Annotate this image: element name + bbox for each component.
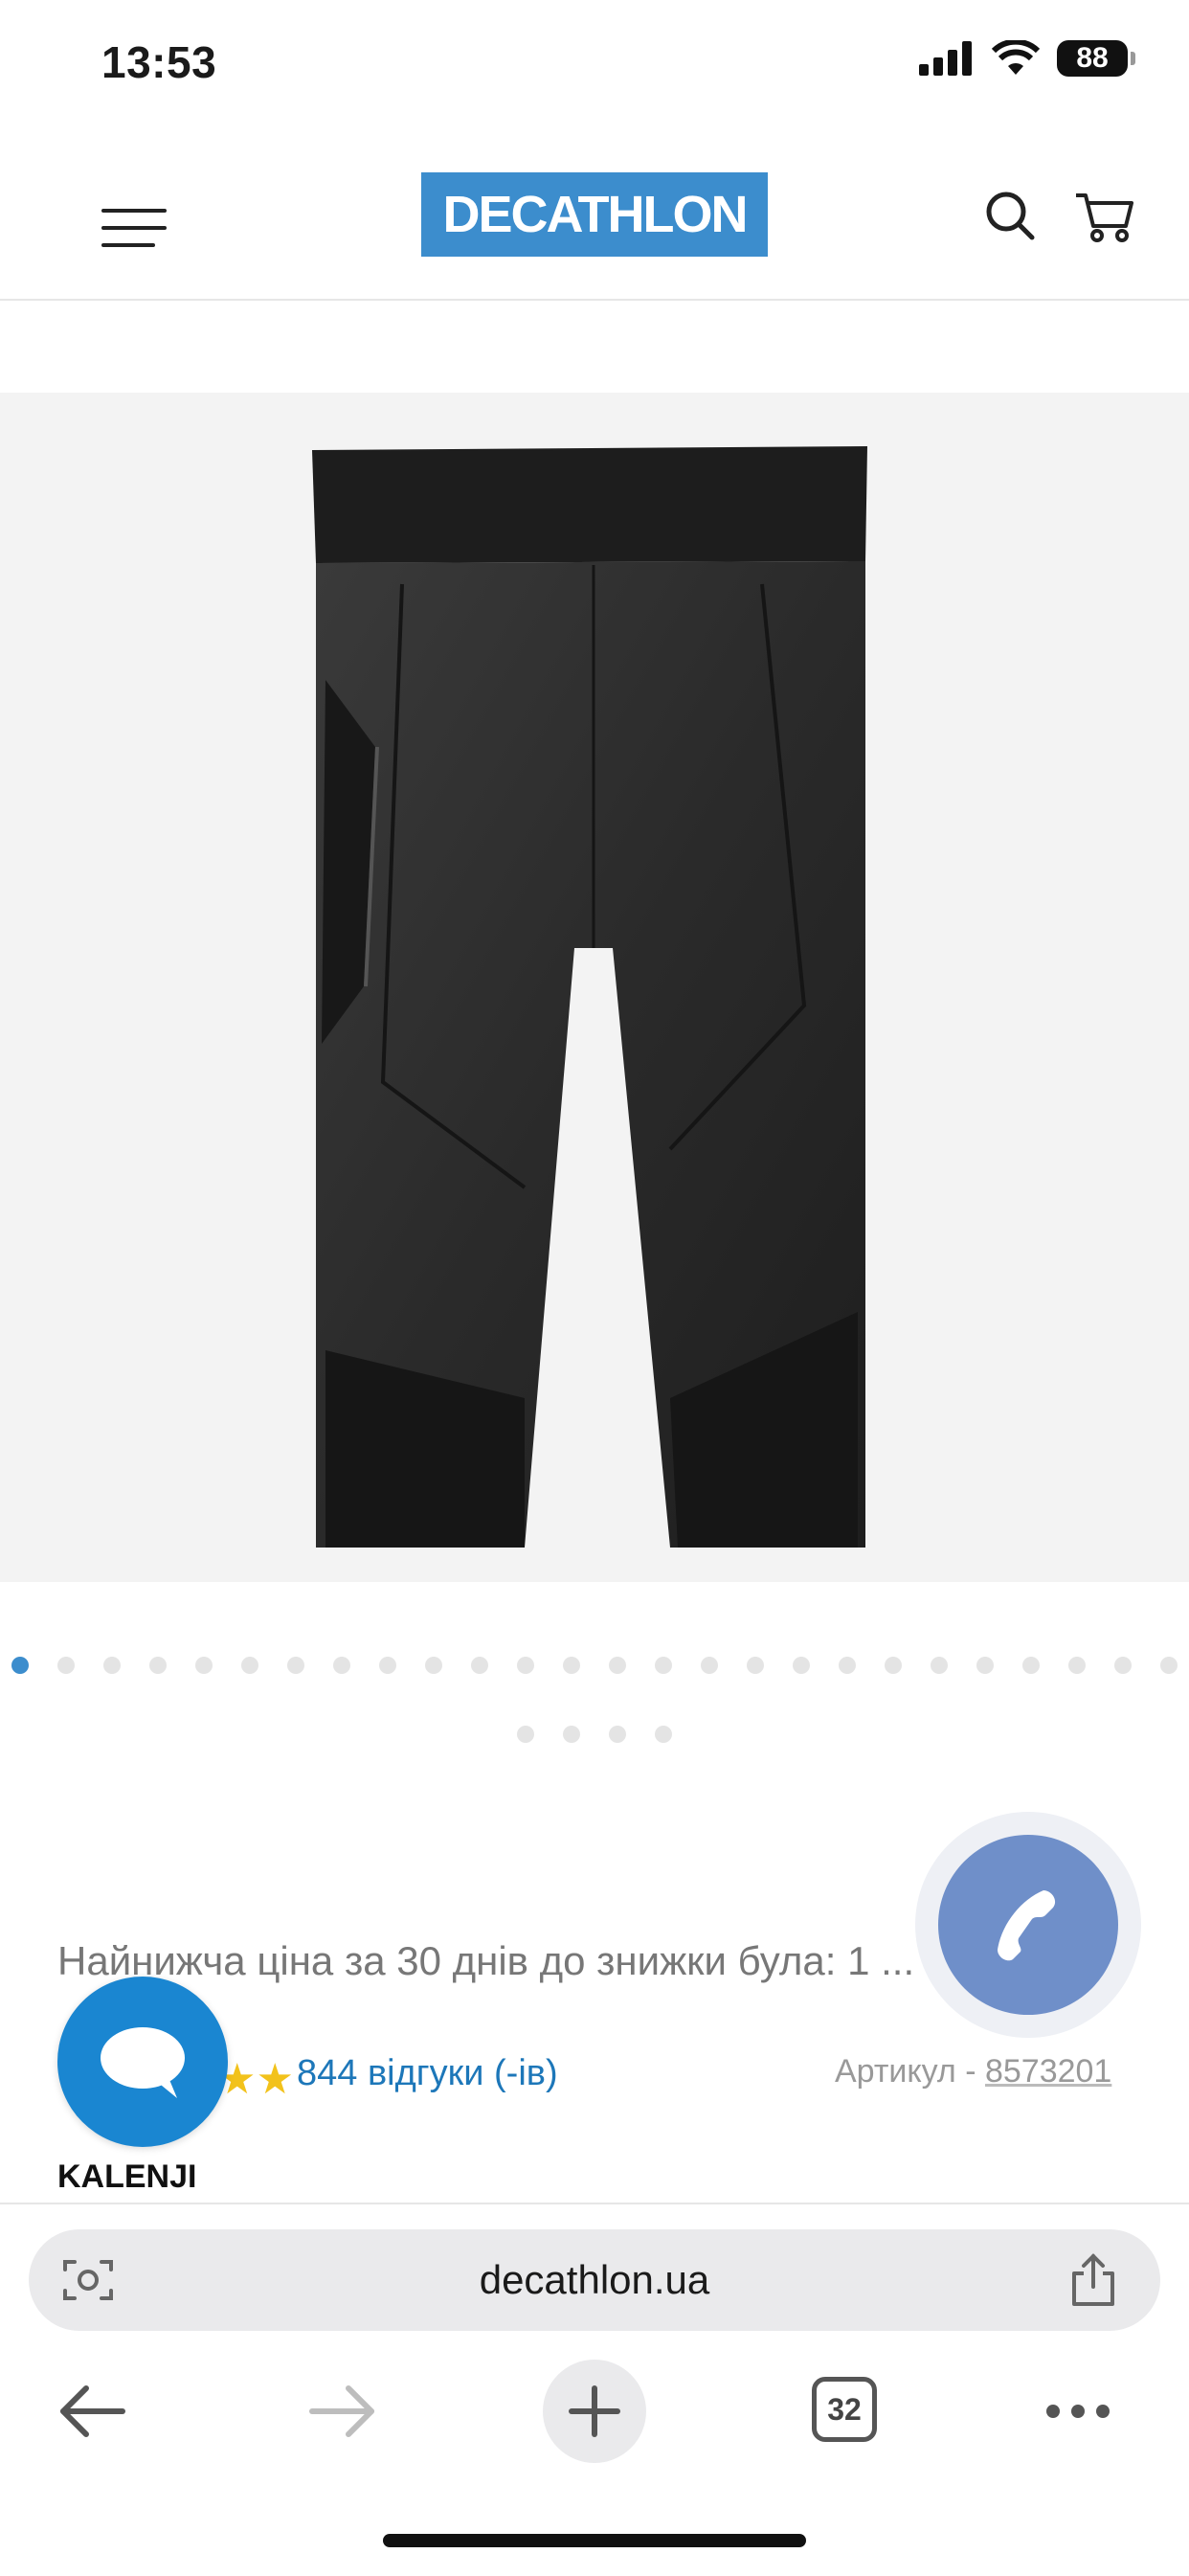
carousel-dot[interactable] bbox=[655, 1657, 672, 1674]
capri-leggings-image bbox=[312, 446, 867, 1548]
carousel-dot[interactable] bbox=[333, 1657, 350, 1674]
carousel-dot[interactable] bbox=[1160, 1657, 1178, 1674]
status-icons: 88 bbox=[919, 40, 1135, 77]
carousel-dot[interactable] bbox=[517, 1657, 534, 1674]
product-image[interactable] bbox=[0, 393, 1189, 1582]
new-tab-button[interactable] bbox=[543, 2360, 646, 2463]
carousel-dot[interactable] bbox=[885, 1657, 902, 1674]
chat-button[interactable] bbox=[57, 1977, 228, 2147]
carousel-dot[interactable] bbox=[471, 1657, 488, 1674]
wifi-icon bbox=[992, 40, 1040, 75]
address-bar[interactable]: decathlon.ua bbox=[29, 2229, 1160, 2331]
battery-indicator: 88 bbox=[1057, 40, 1135, 77]
plus-icon bbox=[569, 2385, 620, 2437]
home-indicator bbox=[383, 2534, 806, 2547]
back-arrow-icon[interactable] bbox=[57, 2383, 126, 2440]
carousel-dot[interactable] bbox=[793, 1657, 810, 1674]
article-code[interactable]: 8573201 bbox=[985, 2053, 1111, 2090]
article-number: Артикул - 8573201 bbox=[835, 2053, 1111, 2090]
phone-icon bbox=[998, 1890, 1056, 1961]
carousel-dot[interactable] bbox=[241, 1657, 258, 1674]
rating-stars: ★★ bbox=[218, 2056, 294, 2103]
carousel-dot[interactable] bbox=[195, 1657, 213, 1674]
carousel-dot[interactable] bbox=[609, 1726, 626, 1743]
carousel-dot[interactable] bbox=[11, 1657, 29, 1674]
signal-icon bbox=[919, 41, 972, 76]
brand-name[interactable]: KALENJI bbox=[57, 2158, 196, 2196]
carousel-dot[interactable] bbox=[57, 1657, 75, 1674]
menu-icon[interactable] bbox=[101, 209, 167, 253]
article-label: Артикул - bbox=[835, 2053, 985, 2090]
forward-arrow-icon[interactable] bbox=[308, 2383, 377, 2440]
carousel-dot[interactable] bbox=[839, 1657, 856, 1674]
carousel-dot[interactable] bbox=[1114, 1657, 1132, 1674]
call-button[interactable] bbox=[938, 1835, 1118, 2015]
reviews-link[interactable]: 844 відгуки (-ів) bbox=[297, 2053, 558, 2094]
lens-icon[interactable] bbox=[61, 2256, 115, 2304]
more-icon[interactable] bbox=[1043, 2402, 1112, 2421]
carousel-dot[interactable] bbox=[655, 1726, 672, 1743]
share-icon[interactable] bbox=[1068, 2252, 1118, 2308]
status-time: 13:53 bbox=[101, 37, 217, 87]
carousel-dot[interactable] bbox=[563, 1726, 580, 1743]
carousel-dot[interactable] bbox=[287, 1657, 304, 1674]
site-header: DECATHLON bbox=[0, 144, 1189, 301]
url-text: decathlon.ua bbox=[479, 2257, 710, 2302]
decathlon-logo[interactable]: DECATHLON bbox=[421, 172, 768, 257]
search-icon[interactable] bbox=[984, 190, 1036, 241]
carousel-dot[interactable] bbox=[103, 1657, 121, 1674]
chat-bubble-icon bbox=[101, 2027, 185, 2098]
carousel-dot[interactable] bbox=[425, 1657, 442, 1674]
carousel-dot[interactable] bbox=[1068, 1657, 1086, 1674]
carousel-dot[interactable] bbox=[701, 1657, 718, 1674]
image-carousel-dots bbox=[0, 1657, 1189, 1743]
carousel-dot[interactable] bbox=[517, 1726, 534, 1743]
carousel-dot[interactable] bbox=[609, 1657, 626, 1674]
carousel-dot[interactable] bbox=[1022, 1657, 1040, 1674]
carousel-dot[interactable] bbox=[149, 1657, 167, 1674]
carousel-dot[interactable] bbox=[747, 1657, 764, 1674]
carousel-dot[interactable] bbox=[379, 1657, 396, 1674]
cart-icon[interactable] bbox=[1074, 190, 1133, 243]
tabs-button[interactable]: 32 bbox=[812, 2377, 877, 2442]
carousel-dot[interactable] bbox=[563, 1657, 580, 1674]
carousel-dot[interactable] bbox=[976, 1657, 994, 1674]
carousel-dot[interactable] bbox=[931, 1657, 948, 1674]
